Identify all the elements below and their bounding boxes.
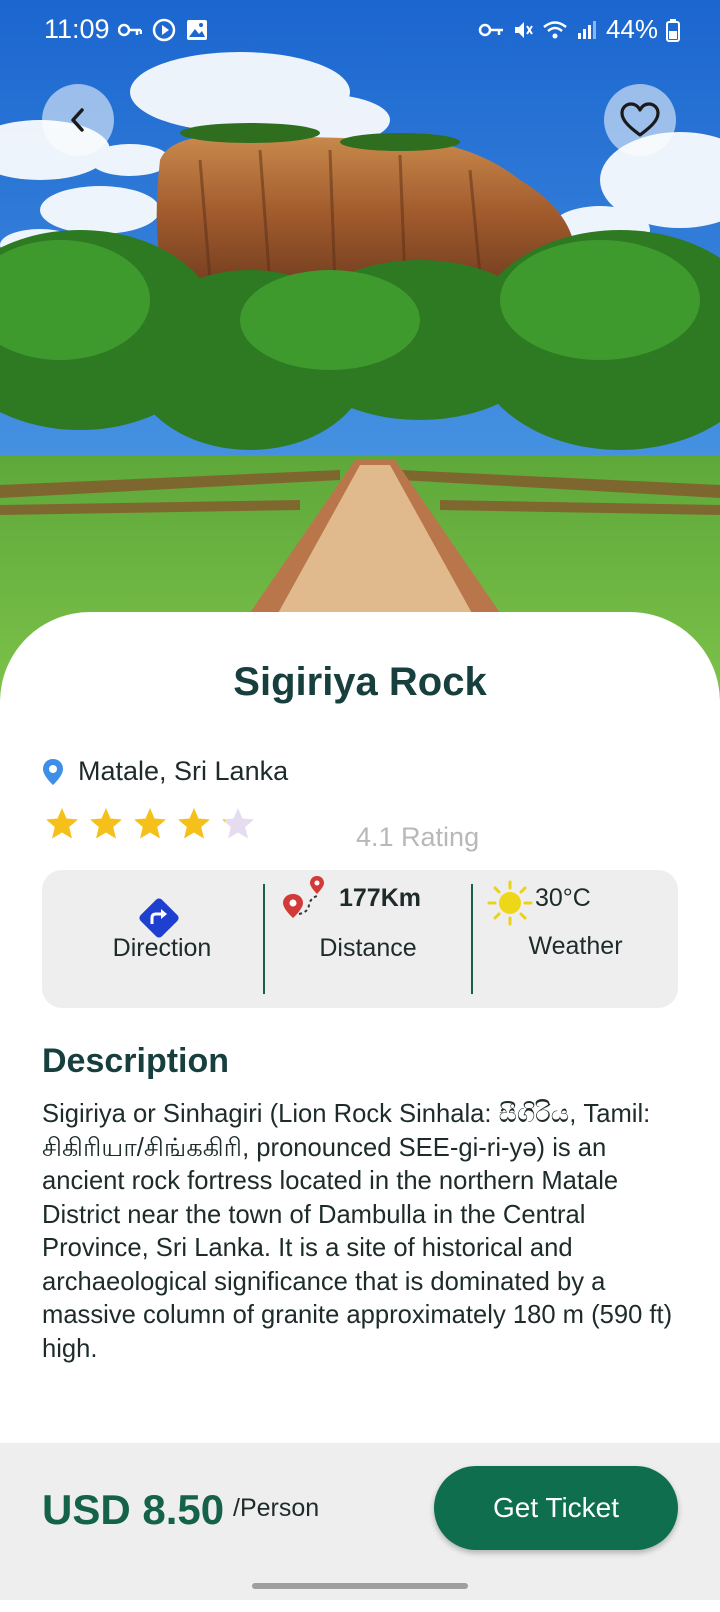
get-ticket-button[interactable]: Get Ticket	[434, 1466, 678, 1550]
heart-outline-icon	[620, 102, 660, 137]
weather-value: 30°C	[535, 884, 591, 912]
status-bar: 11:09 44%	[0, 0, 720, 62]
key-icon	[118, 23, 142, 37]
page-title: Sigiriya Rock	[233, 660, 487, 704]
direction-label: Direction	[112, 934, 212, 962]
weather-cell: 30°C Weather	[473, 870, 678, 1008]
star-icon	[134, 808, 166, 839]
back-button[interactable]	[42, 84, 114, 156]
status-time: 11:09	[44, 14, 110, 44]
star-icon	[46, 808, 78, 839]
map-pins-icon	[283, 876, 324, 918]
description-text: Sigiriya or Sinhagiri (Lion Rock Sinhala…	[42, 1100, 673, 1363]
vpn-key-icon	[478, 23, 503, 36]
chevron-left-icon	[71, 108, 84, 132]
direction-cell[interactable]: Direction	[42, 870, 264, 1008]
image-icon	[187, 20, 207, 40]
distance-label: Distance	[319, 934, 417, 962]
rating-stars	[44, 806, 256, 842]
mute-icon	[514, 21, 533, 38]
price: USD 8.50	[42, 1486, 225, 1533]
cast-icon	[152, 18, 176, 42]
battery-icon	[666, 18, 680, 42]
star-icon	[90, 808, 122, 839]
rating-text: 4.1 Rating	[356, 822, 480, 852]
weather-label: Weather	[528, 932, 623, 960]
distance-cell: 177Km Distance	[265, 870, 471, 1008]
favorite-button[interactable]	[604, 84, 676, 156]
location-pin-icon	[43, 758, 63, 785]
star-icon	[178, 808, 210, 839]
sun-icon	[487, 880, 533, 926]
description-heading: Description	[42, 1042, 230, 1080]
location-text: Matale, Sri Lanka	[78, 756, 289, 786]
info-card: Direction 177Km Distance 30°C Weather	[42, 870, 678, 1008]
price-unit: /Person	[233, 1494, 320, 1522]
status-right: 44%	[478, 14, 680, 45]
battery-percent: 44%	[605, 14, 658, 44]
home-indicator[interactable]	[252, 1583, 468, 1589]
status-left-icons	[118, 18, 208, 42]
location-row: Matale, Sri Lanka	[42, 756, 288, 787]
wifi-icon	[543, 20, 567, 38]
star-icon	[222, 808, 254, 839]
distance-value: 177Km	[339, 884, 421, 912]
signal-icon	[577, 20, 596, 39]
